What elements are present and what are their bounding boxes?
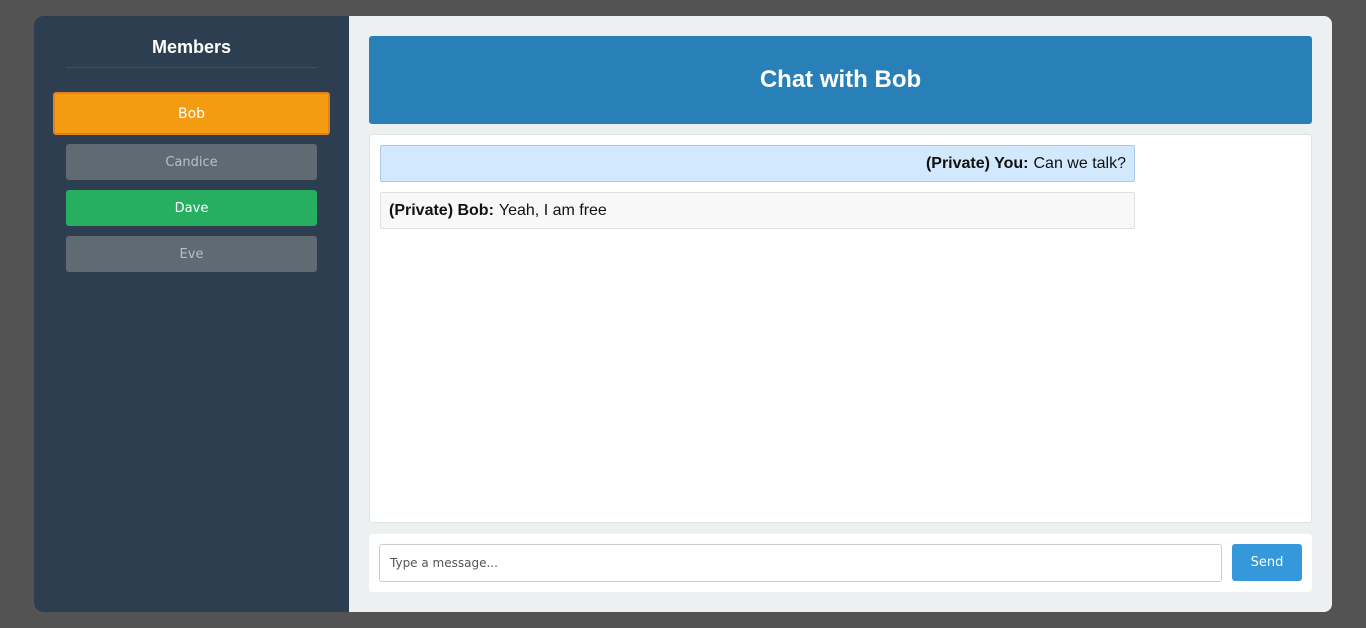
chat-app: Members Bob Candice Dave Eve Chat with B… xyxy=(34,16,1332,612)
message-text: Can we talk? xyxy=(1033,154,1127,172)
member-label: Candice xyxy=(165,154,218,170)
message-sender: (Private) Bob: xyxy=(389,201,494,219)
chat-header: Chat with Bob xyxy=(369,36,1312,124)
member-candice[interactable]: Candice xyxy=(66,144,317,180)
members-sidebar: Members Bob Candice Dave Eve xyxy=(34,16,349,612)
member-eve[interactable]: Eve xyxy=(66,236,317,272)
member-dave[interactable]: Dave xyxy=(66,190,317,226)
send-button[interactable]: Send xyxy=(1232,544,1302,581)
member-label: Dave xyxy=(174,200,209,216)
message-text: Yeah, I am free xyxy=(498,201,607,219)
chat-main: Chat with Bob (Private) You: Can we talk… xyxy=(349,16,1332,612)
members-title: Members xyxy=(66,26,317,68)
message-list[interactable]: (Private) You: Can we talk? (Private) Bo… xyxy=(369,134,1312,523)
chat-title: Chat with Bob xyxy=(759,66,922,93)
member-label: Eve xyxy=(179,246,204,262)
message-input[interactable] xyxy=(379,544,1222,582)
message-item-received: (Private) Bob: Yeah, I am free xyxy=(380,192,1135,229)
message-composer: Send xyxy=(369,534,1312,592)
member-label: Bob xyxy=(177,105,206,122)
member-bob[interactable]: Bob xyxy=(53,92,330,135)
message-item-sent: (Private) You: Can we talk? xyxy=(380,145,1135,182)
message-sender: (Private) You: xyxy=(925,154,1029,172)
